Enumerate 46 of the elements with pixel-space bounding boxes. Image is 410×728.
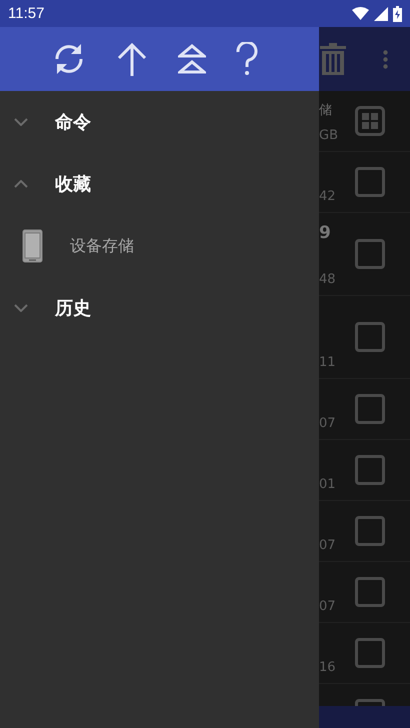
drawer-group[interactable]: 收藏: [0, 153, 319, 215]
chevron-down-icon: [14, 304, 28, 312]
file-name: 9: [319, 223, 332, 243]
checkbox[interactable]: [355, 577, 385, 607]
signal-icon: [374, 6, 388, 20]
file-row[interactable]: 11: [319, 296, 410, 379]
file-info: 07: [319, 416, 336, 431]
checkbox[interactable]: [355, 638, 385, 668]
drawer-item[interactable]: 设备存储: [0, 215, 319, 277]
file-info: 48: [319, 272, 336, 287]
file-info: 07: [319, 538, 336, 553]
collapse-icon[interactable]: [178, 43, 206, 75]
battery-icon: [393, 6, 402, 22]
file-info: 07: [319, 599, 336, 614]
file-name: 储: [319, 102, 333, 119]
file-row[interactable]: 储 GB: [319, 91, 410, 152]
drawer-group[interactable]: 历史: [0, 277, 319, 339]
file-row[interactable]: 16: [319, 623, 410, 684]
trash-icon[interactable]: [320, 43, 346, 75]
file-row[interactable]: 07: [319, 379, 410, 440]
more-icon[interactable]: [383, 50, 388, 68]
checkbox[interactable]: [355, 322, 385, 352]
file-info: 42: [319, 189, 336, 204]
checkbox[interactable]: [355, 516, 385, 546]
file-info: 16: [319, 660, 336, 675]
checkbox[interactable]: [355, 239, 385, 269]
chevron-up-icon: [14, 180, 28, 188]
file-info: 01: [319, 477, 336, 492]
up-arrow-icon[interactable]: [116, 42, 148, 76]
file-row[interactable]: 07: [319, 562, 410, 623]
checkbox[interactable]: [355, 167, 385, 197]
file-row[interactable]: 9 48: [319, 213, 410, 296]
grid-icon[interactable]: [355, 106, 385, 136]
file-row[interactable]: 07: [319, 501, 410, 562]
checkbox[interactable]: [355, 394, 385, 424]
wifi-icon: [352, 7, 369, 20]
help-icon[interactable]: [236, 42, 258, 76]
checkbox[interactable]: [355, 455, 385, 485]
file-row[interactable]: 42: [319, 152, 410, 213]
clock-time: 11:57: [8, 5, 44, 22]
drawer-group[interactable]: 命令: [0, 91, 319, 153]
file-info: GB: [319, 128, 338, 143]
file-info: 11: [319, 355, 336, 370]
phone-icon: [22, 229, 43, 263]
file-row[interactable]: 01: [319, 440, 410, 501]
chevron-down-icon: [14, 118, 28, 126]
